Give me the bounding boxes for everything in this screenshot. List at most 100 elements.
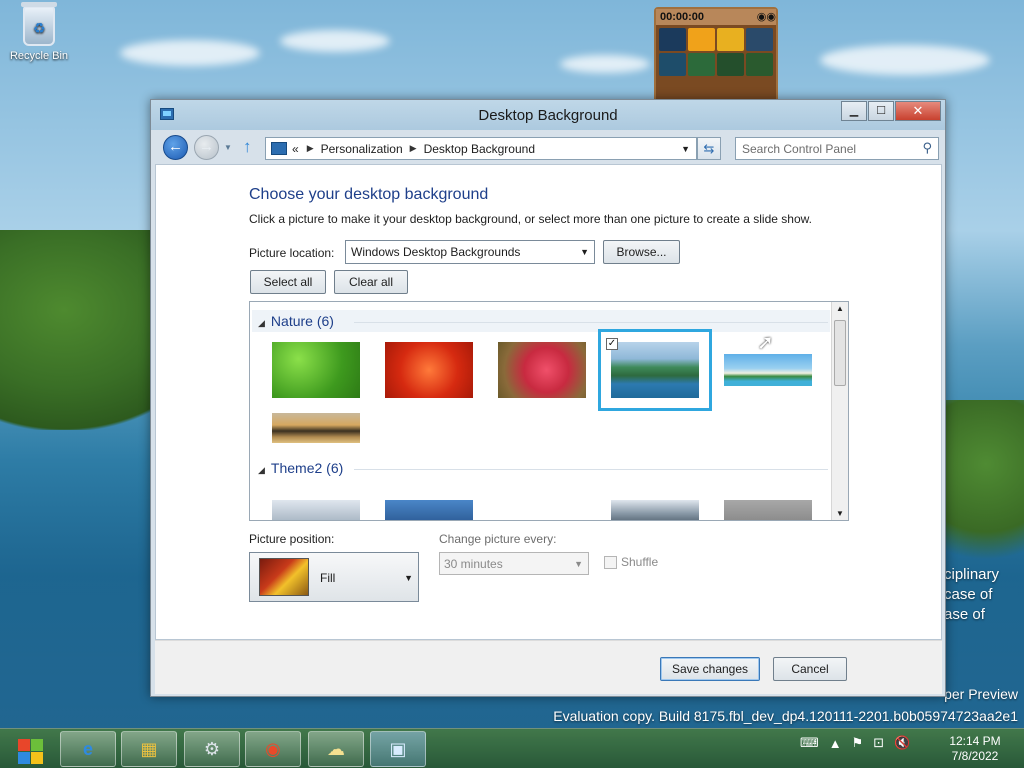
- file-explorer-icon[interactable]: ▦: [121, 731, 177, 767]
- chevron-down-icon[interactable]: ▼: [574, 559, 583, 569]
- thumbnail-coastline[interactable]: [611, 500, 699, 520]
- taskbar: e ▦ ⚙ ◉ ☁ ▣ ⌨ ▲ ⚑ ⊡ 🔇 12:14 PM 7/8/2022: [0, 728, 1024, 768]
- keyboard-icon[interactable]: ⌨: [800, 735, 819, 751]
- select-all-button[interactable]: Select all: [250, 270, 326, 294]
- scroll-down-arrow-icon[interactable]: ▼: [836, 509, 844, 518]
- picture-location-select[interactable]: Windows Desktop Backgrounds ▼: [345, 240, 595, 264]
- picture-position-select[interactable]: Fill ▼: [249, 552, 419, 602]
- watermark-preview: per Preview: [944, 686, 1018, 702]
- forward-arrow-icon[interactable]: →: [194, 135, 219, 160]
- window-controls: ▁ ☐ ✕: [840, 101, 941, 121]
- search-icon[interactable]: ⚲: [922, 140, 932, 156]
- thumbnail-pink-daisy[interactable]: [498, 342, 586, 398]
- windows-flag-icon: [31, 739, 43, 751]
- desktop-icon-recycle-bin[interactable]: ♻ Recycle Bin: [6, 2, 72, 62]
- refresh-icon[interactable]: ⇆: [697, 137, 721, 160]
- thumbnail-cloud-sky[interactable]: [272, 500, 360, 520]
- collapse-triangle-icon[interactable]: ◢: [258, 318, 265, 328]
- volume-muted-icon[interactable]: 🔇: [894, 735, 910, 751]
- thumbnail-red-flowers[interactable]: [385, 342, 473, 398]
- navigation-bar: ← → ▼ ↑ « ▶ Personalization ▶ Desktop Ba…: [151, 130, 945, 164]
- maximize-button[interactable]: ☐: [868, 101, 894, 121]
- breadcrumb-desktop-background[interactable]: Desktop Background: [424, 142, 535, 156]
- gadget-tiles[interactable]: [656, 25, 776, 79]
- address-dropdown-icon[interactable]: ▼: [681, 144, 690, 154]
- breadcrumb-personalization[interactable]: Personalization: [321, 142, 403, 156]
- thumbnail-green-clover[interactable]: [272, 342, 360, 398]
- windows-flag-icon: [31, 752, 43, 764]
- page-description: Click a picture to make it your desktop …: [249, 212, 812, 226]
- group-name: Theme2 (6): [270, 460, 344, 476]
- shuffle-checkbox[interactable]: Shuffle: [604, 555, 658, 569]
- thumbnail-beach-island[interactable]: [724, 354, 812, 386]
- cloud: [120, 40, 260, 66]
- watermark-line: case of: [944, 586, 993, 603]
- change-picture-label: Change picture every:: [439, 532, 557, 546]
- recent-pages-chevron-icon[interactable]: ▼: [224, 143, 232, 152]
- page-title: Choose your desktop background: [249, 186, 489, 203]
- watermark-build: Evaluation copy. Build 8175.fbl_dev_dp4.…: [553, 708, 1018, 724]
- puzzle-gadget[interactable]: 00:00:00 ◉◉: [654, 7, 778, 103]
- internet-explorer-icon[interactable]: e: [60, 731, 116, 767]
- shuffle-label: Shuffle: [621, 555, 659, 569]
- breadcrumb-arrow-icon[interactable]: ▶: [410, 143, 417, 154]
- dialog-footer: Save changes Cancel: [155, 640, 942, 694]
- browse-button[interactable]: Browse...: [603, 240, 680, 264]
- chrome-icon[interactable]: ◉: [245, 731, 301, 767]
- group-header-nature[interactable]: ◢ Nature (6): [258, 313, 334, 329]
- collapse-triangle-icon[interactable]: ◢: [258, 465, 265, 475]
- gadget-controls-icon[interactable]: ◉◉: [757, 9, 776, 25]
- cloud: [280, 30, 390, 52]
- chevron-down-icon[interactable]: ▼: [580, 247, 589, 257]
- group-divider: [354, 469, 828, 470]
- scrollbar-thumb[interactable]: [834, 320, 846, 386]
- control-panel-device-icon[interactable]: ⚙: [184, 731, 240, 767]
- remote-desktop-icon[interactable]: ▣: [370, 731, 426, 767]
- show-hidden-icons-icon[interactable]: ▲: [829, 736, 842, 751]
- control-panel-icon: [271, 142, 287, 155]
- checkbox-icon[interactable]: [604, 555, 617, 569]
- breadcrumb-overflow[interactable]: «: [292, 142, 299, 156]
- desktop-background-window: Desktop Background ▁ ☐ ✕ ← → ▼ ↑ « ▶ Per…: [150, 99, 946, 697]
- cloud: [820, 45, 990, 75]
- group-header-theme2[interactable]: ◢ Theme2 (6): [258, 460, 343, 476]
- network-icon[interactable]: ⊡: [873, 735, 884, 751]
- recycle-bin-label: Recycle Bin: [9, 50, 69, 62]
- breadcrumb-arrow-icon[interactable]: ▶: [307, 143, 314, 154]
- thumbnail-sunset-coast[interactable]: [272, 413, 360, 443]
- change-picture-select[interactable]: 30 minutes ▼: [439, 552, 589, 575]
- up-arrow-icon[interactable]: ↑: [243, 137, 252, 157]
- scroll-up-arrow-icon[interactable]: ▲: [836, 304, 844, 313]
- address-bar[interactable]: « ▶ Personalization ▶ Desktop Background…: [265, 137, 697, 160]
- start-button[interactable]: [8, 733, 48, 765]
- search-input[interactable]: Search Control Panel ⚲: [735, 137, 939, 160]
- minimize-button[interactable]: ▁: [841, 101, 867, 121]
- save-changes-button[interactable]: Save changes: [660, 657, 760, 681]
- picture-location-value: Windows Desktop Backgrounds: [351, 245, 521, 259]
- selected-checkbox-icon[interactable]: ✓: [606, 338, 618, 350]
- back-arrow-icon[interactable]: ←: [163, 135, 188, 160]
- windows-flag-icon: [18, 752, 30, 764]
- thumbnail-island-aerial[interactable]: ✓: [598, 329, 712, 411]
- picture-location-label: Picture location:: [249, 246, 335, 260]
- title-bar[interactable]: Desktop Background ▁ ☐ ✕: [151, 100, 945, 130]
- clear-all-button[interactable]: Clear all: [334, 270, 408, 294]
- cancel-button[interactable]: Cancel: [773, 657, 847, 681]
- gadget-timer-bar: 00:00:00 ◉◉: [656, 9, 776, 25]
- change-picture-value: 30 minutes: [444, 557, 503, 571]
- messenger-icon[interactable]: ☁: [308, 731, 364, 767]
- group-name: Nature (6): [270, 313, 334, 329]
- thumbnail-gray-mist[interactable]: [724, 500, 812, 520]
- close-button[interactable]: ✕: [895, 101, 941, 121]
- picture-position-label: Picture position:: [249, 532, 335, 546]
- clock[interactable]: 12:14 PM 7/8/2022: [944, 734, 1006, 764]
- action-center-flag-icon[interactable]: ⚑: [852, 735, 864, 751]
- content-pane: Choose your desktop background Click a p…: [155, 164, 942, 640]
- gallery-scrollbar[interactable]: ▲ ▼: [831, 302, 848, 520]
- thumbnail-blue-sky[interactable]: [385, 500, 473, 520]
- chevron-down-icon[interactable]: ▼: [404, 573, 413, 583]
- picture-position-value: Fill: [320, 571, 336, 585]
- group-header-highlight: [252, 310, 830, 332]
- search-placeholder: Search Control Panel: [742, 142, 857, 156]
- gadget-timer: 00:00:00: [660, 11, 705, 23]
